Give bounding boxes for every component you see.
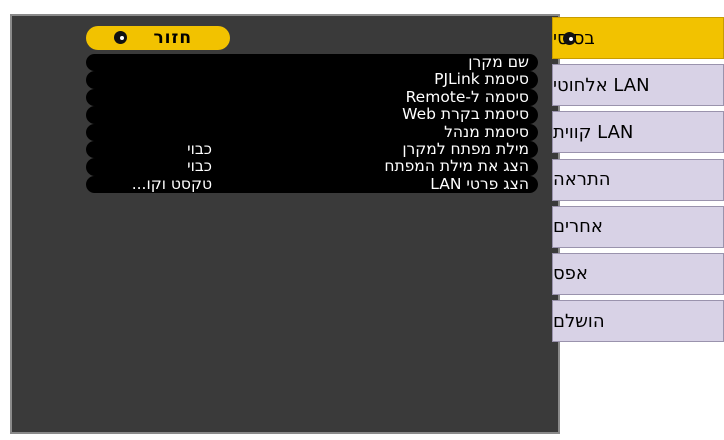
row-label: סיסמת בקרת Web [402, 105, 529, 124]
tab-complete[interactable]: הושלם [552, 300, 724, 343]
row-label: סיסמת PJLink [434, 70, 529, 89]
menu-row-projector-keyword[interactable]: מילת מפתח למקרן כבוי [86, 139, 538, 159]
sidebar: בסיסי LAN אלחוטי LAN קווית התראה אחרים א… [552, 17, 724, 347]
tab-notification[interactable]: התראה [552, 158, 724, 201]
tab-label: הושלם [553, 310, 605, 332]
tab-label: אחרים [553, 216, 603, 238]
row-label: סיסמה ל-Remote [405, 87, 529, 106]
tab-wired-lan[interactable]: LAN קווית [552, 111, 724, 154]
row-label: שם מקרן [468, 53, 529, 71]
enter-icon [563, 32, 576, 45]
tab-wireless-lan[interactable]: LAN אלחוטי [552, 64, 724, 107]
row-value: טקסט וקו... [131, 174, 212, 193]
row-label: סיסמת מנהל [444, 122, 529, 141]
row-label: הצג את מילת המפתח [384, 157, 529, 176]
menu-row-pjlink-password[interactable]: סיסמת PJLink [86, 70, 538, 89]
back-button[interactable]: חזור [86, 26, 230, 50]
row-label: מילת מפתח למקרן [402, 139, 529, 158]
row-value: כבוי [187, 157, 212, 176]
tab-basic[interactable]: בסיסי [552, 17, 724, 59]
enter-icon [114, 31, 127, 44]
menu-row-remote-password[interactable]: סיסמה ל-Remote [86, 87, 538, 107]
tab-label: אפס [553, 263, 588, 285]
tab-label: LAN קווית [553, 121, 634, 143]
settings-list: שם מקרן סיסמת PJLink סיסמה ל-Remote סיסמ… [86, 53, 538, 194]
tab-label: LAN אלחוטי [553, 74, 650, 96]
row-value: כבוי [187, 139, 212, 158]
tab-reset[interactable]: אפס [552, 252, 724, 295]
tab-others[interactable]: אחרים [552, 205, 724, 248]
menu-row-display-keyword[interactable]: הצג את מילת המפתח כבוי [86, 157, 538, 176]
menu-row-admin-password[interactable]: סיסמת מנהל [86, 122, 538, 141]
back-button-label: חזור [153, 28, 192, 48]
tab-label: התראה [553, 169, 611, 191]
menu-row-display-lan-info[interactable]: הצג פרטי LAN טקסט וקו... [86, 174, 538, 194]
row-label: הצג פרטי LAN [430, 174, 529, 193]
menu-row-projector-name[interactable]: שם מקרן [86, 53, 538, 72]
menu-row-web-control-password[interactable]: סיסמת בקרת Web [86, 105, 538, 124]
